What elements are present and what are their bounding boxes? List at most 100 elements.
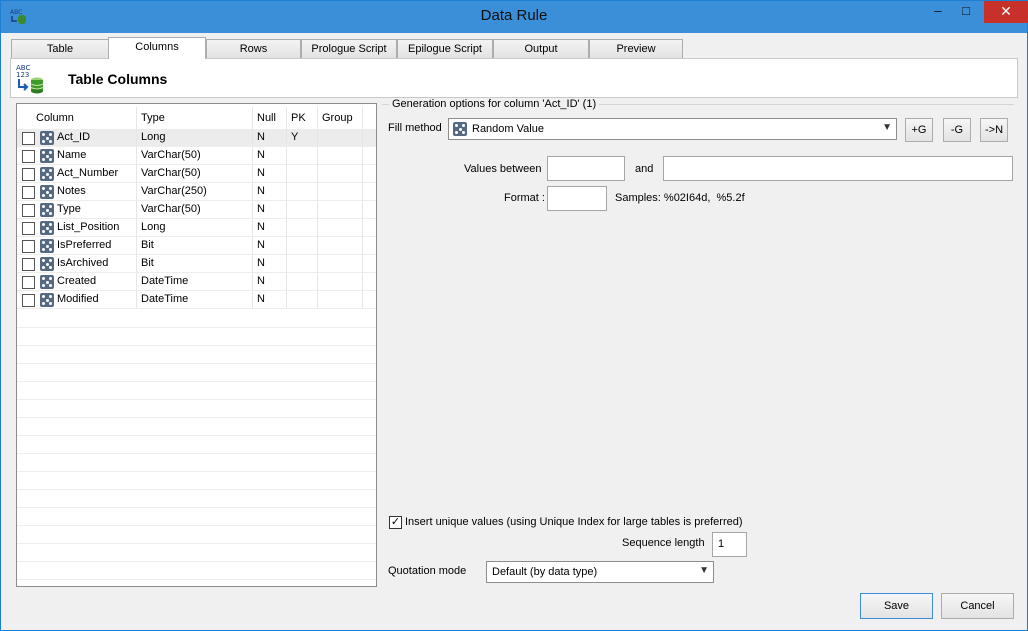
column-pk-cell[interactable] [287, 273, 318, 290]
column-type-cell[interactable]: DateTime [137, 273, 253, 290]
column-type-cell[interactable]: VarChar(50) [137, 201, 253, 218]
column-group-cell[interactable] [318, 183, 363, 200]
table-row[interactable]: Type VarChar(50) N [17, 201, 376, 219]
column-pk-cell[interactable] [287, 255, 318, 272]
column-group-cell[interactable] [318, 291, 363, 308]
col-header-group[interactable]: Group [318, 107, 363, 129]
column-name-cell[interactable]: Type [17, 201, 137, 218]
column-name-cell[interactable]: Act_Number [17, 165, 137, 182]
column-pk-cell[interactable] [287, 165, 318, 182]
table-row[interactable]: Notes VarChar(250) N [17, 183, 376, 201]
tab-prologue-script[interactable]: Prologue Script [301, 39, 397, 59]
sequence-length-input[interactable]: 1 [712, 532, 747, 557]
column-null-cell[interactable]: N [253, 255, 287, 272]
column-type-cell[interactable]: DateTime [137, 291, 253, 308]
row-checkbox[interactable] [22, 150, 35, 163]
table-row[interactable]: IsArchived Bit N [17, 255, 376, 273]
table-row[interactable]: Modified DateTime N [17, 291, 376, 309]
column-null-cell[interactable]: N [253, 165, 287, 182]
tab-rows[interactable]: Rows [206, 39, 301, 59]
cancel-button[interactable]: Cancel [941, 593, 1014, 619]
column-name-cell[interactable]: Name [17, 147, 137, 164]
values-to-input[interactable] [663, 156, 1013, 181]
tab-epilogue-script[interactable]: Epilogue Script [397, 39, 493, 59]
col-header-pk[interactable]: PK [287, 107, 318, 129]
columns-grid[interactable]: Column Type Null PK Group Act_ID Long N Y Na… [16, 103, 377, 587]
column-null-cell[interactable]: N [253, 129, 287, 146]
tab-columns[interactable]: Columns [108, 37, 206, 59]
column-group-cell[interactable] [318, 219, 363, 236]
row-checkbox[interactable] [22, 258, 35, 271]
to-n-button[interactable]: ->N [980, 118, 1008, 142]
values-from-input[interactable] [547, 156, 625, 181]
column-name-cell[interactable]: Created [17, 273, 137, 290]
add-group-button[interactable]: +G [905, 118, 933, 142]
column-pk-cell[interactable] [287, 201, 318, 218]
col-header-column[interactable]: Column [17, 107, 137, 129]
column-type-cell[interactable]: VarChar(250) [137, 183, 253, 200]
column-type-cell[interactable]: Long [137, 219, 253, 236]
column-type-cell[interactable]: Bit [137, 255, 253, 272]
column-name-cell[interactable]: Act_ID [17, 129, 137, 146]
row-checkbox[interactable] [22, 186, 35, 199]
column-name-cell[interactable]: Notes [17, 183, 137, 200]
row-checkbox[interactable] [22, 294, 35, 307]
column-group-cell[interactable] [318, 273, 363, 290]
column-pk-cell[interactable] [287, 219, 318, 236]
row-checkbox[interactable] [22, 222, 35, 235]
column-name-cell[interactable]: IsArchived [17, 255, 137, 272]
insert-unique-checkbox[interactable]: ✓ [389, 516, 402, 529]
table-row[interactable]: Act_Number VarChar(50) N [17, 165, 376, 183]
column-null-cell[interactable]: N [253, 273, 287, 290]
column-group-cell[interactable] [318, 237, 363, 254]
column-type-cell[interactable]: Long [137, 129, 253, 146]
column-type-cell[interactable]: VarChar(50) [137, 147, 253, 164]
column-group-cell[interactable] [318, 147, 363, 164]
col-header-type[interactable]: Type [137, 107, 253, 129]
column-name-cell[interactable]: List_Position [17, 219, 137, 236]
minimize-button[interactable]: – [925, 1, 951, 23]
column-group-cell[interactable] [318, 129, 363, 146]
column-null-cell[interactable]: N [253, 291, 287, 308]
table-row[interactable]: Created DateTime N [17, 273, 376, 291]
column-group-cell[interactable] [318, 165, 363, 182]
column-pk-cell[interactable] [287, 147, 318, 164]
column-null-cell[interactable]: N [253, 237, 287, 254]
column-null-cell[interactable]: N [253, 147, 287, 164]
table-row[interactable]: IsPreferred Bit N [17, 237, 376, 255]
column-name-cell[interactable]: IsPreferred [17, 237, 137, 254]
column-null-cell[interactable]: N [253, 219, 287, 236]
column-name-cell[interactable]: Modified [17, 291, 137, 308]
column-null-cell[interactable]: N [253, 183, 287, 200]
column-group-cell[interactable] [318, 255, 363, 272]
table-row[interactable]: List_Position Long N [17, 219, 376, 237]
row-checkbox[interactable] [22, 204, 35, 217]
format-input[interactable] [547, 186, 607, 211]
column-pk-cell[interactable]: Y [287, 129, 318, 146]
tab-table[interactable]: Table [11, 39, 109, 59]
remove-group-button[interactable]: -G [943, 118, 971, 142]
column-null-cell[interactable]: N [253, 201, 287, 218]
title-bar: ABC Data Rule – □ ✕ [1, 1, 1028, 33]
column-pk-cell[interactable] [287, 291, 318, 308]
quotation-mode-select[interactable]: Default (by data type) ▼ [486, 561, 714, 583]
tab-output[interactable]: Output [493, 39, 589, 59]
section-header: ABC 123 Table Columns [10, 58, 1018, 98]
column-pk-cell[interactable] [287, 183, 318, 200]
fill-method-select[interactable]: Random Value ▼ [448, 118, 897, 140]
close-button[interactable]: ✕ [984, 1, 1028, 23]
table-row[interactable]: Act_ID Long N Y [17, 129, 376, 147]
maximize-button[interactable]: □ [953, 1, 979, 23]
save-button[interactable]: Save [860, 593, 933, 619]
row-checkbox[interactable] [22, 168, 35, 181]
row-checkbox[interactable] [22, 276, 35, 289]
column-type-cell[interactable]: VarChar(50) [137, 165, 253, 182]
column-pk-cell[interactable] [287, 237, 318, 254]
row-checkbox[interactable] [22, 240, 35, 253]
column-group-cell[interactable] [318, 201, 363, 218]
tab-preview[interactable]: Preview [589, 39, 683, 59]
row-checkbox[interactable] [22, 132, 35, 145]
column-type-cell[interactable]: Bit [137, 237, 253, 254]
col-header-null[interactable]: Null [253, 107, 287, 129]
table-row[interactable]: Name VarChar(50) N [17, 147, 376, 165]
